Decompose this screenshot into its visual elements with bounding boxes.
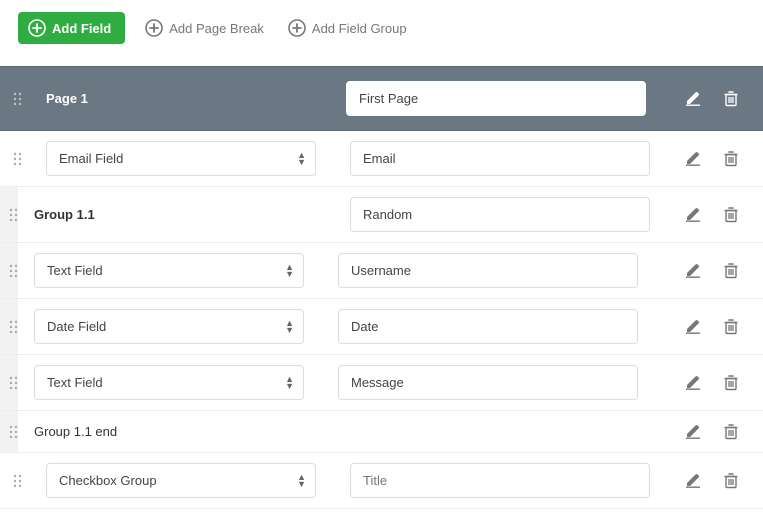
drag-handle-icon[interactable] xyxy=(7,263,20,279)
group-label: Group 1.1 xyxy=(28,207,316,222)
pencil-icon xyxy=(685,150,701,167)
delete-button[interactable] xyxy=(721,470,741,491)
plus-circle-icon xyxy=(145,19,163,37)
edit-button[interactable] xyxy=(683,88,703,109)
group-end-label: Group 1.1 end xyxy=(28,424,653,439)
trash-icon xyxy=(723,472,739,489)
add-field-button[interactable]: Add Field xyxy=(18,12,125,44)
trash-icon xyxy=(723,423,739,440)
drag-handle-icon[interactable] xyxy=(8,151,26,167)
pencil-icon xyxy=(685,318,701,335)
add-page-break-label: Add Page Break xyxy=(169,21,264,36)
delete-button[interactable] xyxy=(721,204,741,225)
field-type-select[interactable]: Date Field xyxy=(34,309,304,344)
toolbar: Add Field Add Page Break Add Field Group xyxy=(0,0,763,66)
trash-icon xyxy=(723,374,739,391)
delete-button[interactable] xyxy=(721,421,741,442)
page-header-row: Page 1 xyxy=(0,66,763,131)
page-title-input[interactable] xyxy=(346,81,646,116)
plus-circle-icon xyxy=(28,19,46,37)
field-label-input[interactable] xyxy=(350,141,650,176)
add-field-group-label: Add Field Group xyxy=(312,21,407,36)
pencil-icon xyxy=(685,472,701,489)
group-name-input[interactable] xyxy=(350,197,650,232)
pencil-icon xyxy=(685,262,701,279)
trash-icon xyxy=(723,150,739,167)
field-row: Text Field ▲▼ xyxy=(0,355,763,411)
drag-handle-icon[interactable] xyxy=(8,91,26,107)
pencil-icon xyxy=(685,206,701,223)
pencil-icon xyxy=(685,90,701,107)
field-row: Date Field ▲▼ xyxy=(0,299,763,355)
drag-handle-icon[interactable] xyxy=(8,473,26,489)
group-end-row: Group 1.1 end xyxy=(0,411,763,453)
delete-button[interactable] xyxy=(721,316,741,337)
edit-button[interactable] xyxy=(683,316,703,337)
delete-button[interactable] xyxy=(721,260,741,281)
field-type-select[interactable]: Email Field xyxy=(46,141,316,176)
drag-handle-icon[interactable] xyxy=(7,424,20,440)
field-type-select[interactable]: Text Field xyxy=(34,365,304,400)
edit-button[interactable] xyxy=(683,148,703,169)
page-title-label: Page 1 xyxy=(36,91,336,106)
pencil-icon xyxy=(685,374,701,391)
drag-handle-icon[interactable] xyxy=(7,207,20,223)
add-page-break-button[interactable]: Add Page Break xyxy=(141,13,268,43)
edit-button[interactable] xyxy=(683,372,703,393)
group-start-row: Group 1.1 xyxy=(0,187,763,243)
field-row: Checkbox Group ▲▼ xyxy=(0,453,763,509)
edit-button[interactable] xyxy=(683,470,703,491)
delete-button[interactable] xyxy=(721,148,741,169)
field-row: Email Field ▲▼ xyxy=(0,131,763,187)
add-field-label: Add Field xyxy=(52,21,111,36)
field-row: Text Field ▲▼ xyxy=(0,243,763,299)
edit-button[interactable] xyxy=(683,421,703,442)
field-label-input[interactable] xyxy=(338,309,638,344)
field-type-select[interactable]: Checkbox Group xyxy=(46,463,316,498)
trash-icon xyxy=(723,318,739,335)
delete-button[interactable] xyxy=(721,372,741,393)
trash-icon xyxy=(723,90,739,107)
field-type-select[interactable]: Text Field xyxy=(34,253,304,288)
field-label-input[interactable] xyxy=(350,463,650,498)
delete-button[interactable] xyxy=(721,88,741,109)
field-label-input[interactable] xyxy=(338,365,638,400)
field-label-input[interactable] xyxy=(338,253,638,288)
pencil-icon xyxy=(685,423,701,440)
edit-button[interactable] xyxy=(683,260,703,281)
drag-handle-icon[interactable] xyxy=(7,375,20,391)
trash-icon xyxy=(723,206,739,223)
edit-button[interactable] xyxy=(683,204,703,225)
trash-icon xyxy=(723,262,739,279)
drag-handle-icon[interactable] xyxy=(7,319,20,335)
add-field-group-button[interactable]: Add Field Group xyxy=(284,13,411,43)
plus-circle-icon xyxy=(288,19,306,37)
